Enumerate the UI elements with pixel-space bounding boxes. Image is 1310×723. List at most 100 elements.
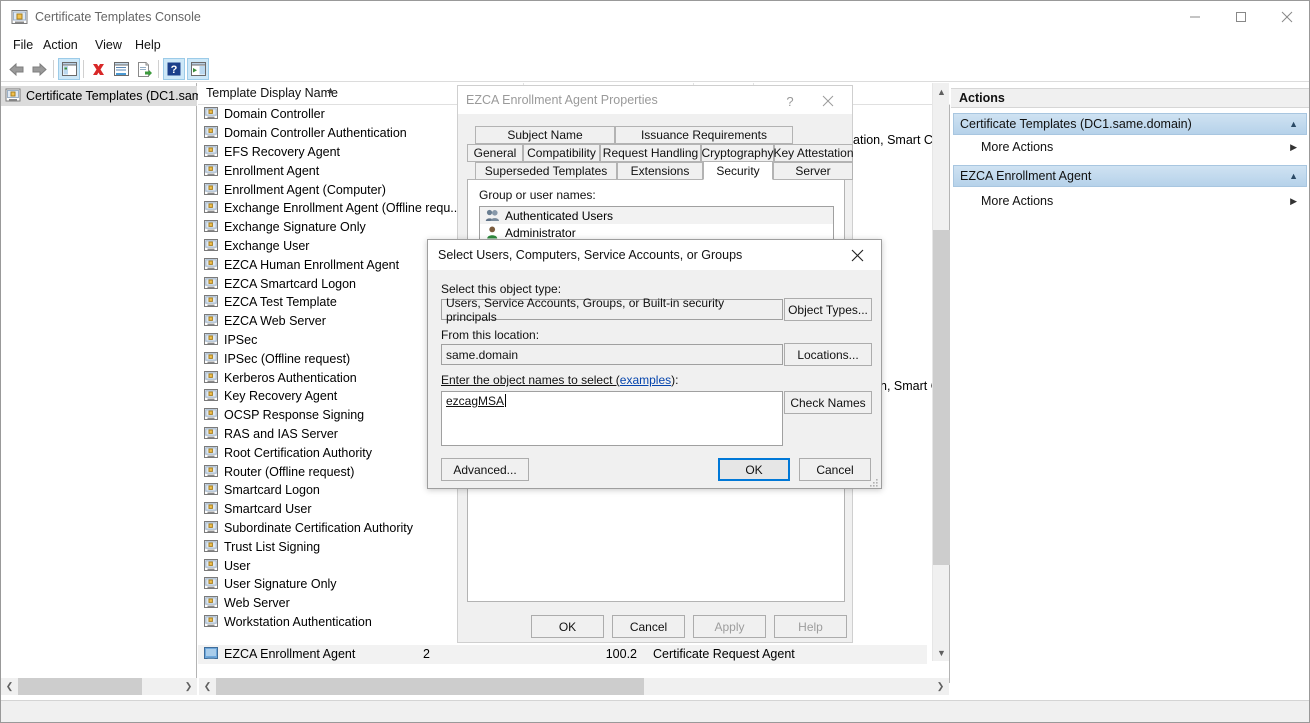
close-icon[interactable] <box>810 90 846 112</box>
forward-button[interactable] <box>28 58 50 80</box>
certificate-templates-icon <box>5 88 21 104</box>
actions-item-label: More Actions <box>981 194 1054 208</box>
show-action-pane-icon[interactable] <box>187 58 209 80</box>
location-field[interactable]: same.domain <box>441 344 783 365</box>
red-x-delete-icon[interactable] <box>87 58 109 80</box>
select-ok-button[interactable]: OK <box>718 458 790 481</box>
certificate-templates-console-window: Certificate Templates Console File Actio… <box>0 0 1310 723</box>
scroll-down-icon[interactable]: ▼ <box>933 644 950 661</box>
locations-button[interactable]: Locations... <box>784 343 872 366</box>
menu-item-view[interactable]: View <box>89 37 128 53</box>
table-row-selected[interactable]: EZCA Enrollment Agent 2 100.2 Certificat… <box>198 645 927 664</box>
console-tree-pane: Certificate Templates (DC1.same <box>1 83 209 683</box>
check-names-button[interactable]: Check Names <box>784 391 872 414</box>
toolbar: ? <box>1 56 1309 82</box>
properties-cancel-button[interactable]: Cancel <box>612 615 685 638</box>
properties-dialog-title: EZCA Enrollment Agent Properties <box>466 93 658 107</box>
tab-label: Server <box>795 164 831 178</box>
scroll-left-icon[interactable]: ❮ <box>1 678 18 695</box>
tab-server[interactable]: Server <box>773 162 853 180</box>
close-icon[interactable] <box>837 244 877 266</box>
certificate-template-icon <box>204 182 218 197</box>
menu-item-file[interactable]: File <box>7 37 39 53</box>
scroll-up-icon[interactable]: ▲ <box>933 83 950 100</box>
menu-item-action[interactable]: Action <box>37 37 84 53</box>
object-names-input[interactable]: ezcagMSA <box>441 391 783 446</box>
close-button[interactable] <box>1264 1 1310 33</box>
back-button[interactable] <box>5 58 27 80</box>
tab-label: Security <box>716 163 760 178</box>
scrollbar-thumb[interactable] <box>216 678 644 695</box>
export-list-icon[interactable] <box>133 58 155 80</box>
certificate-template-icon <box>204 370 218 385</box>
row-template-name: Exchange Enrollment Agent (Offline requ.… <box>224 201 461 216</box>
maximize-button[interactable] <box>1218 1 1264 33</box>
actions-group-ezca-enrollment-agent[interactable]: EZCA Enrollment Agent ▲ <box>953 165 1307 187</box>
object-types-button[interactable]: Object Types... <box>784 298 872 321</box>
partial-cell-text-2: n, Smart C <box>880 379 940 393</box>
row-template-name: Trust List Signing <box>224 539 321 554</box>
actions-pane: Actions Certificate Templates (DC1.same.… <box>951 83 1309 683</box>
list-horizontal-scrollbar[interactable]: ❮ ❯ <box>199 678 949 695</box>
scroll-right-icon[interactable]: ❯ <box>932 678 949 695</box>
single-user-icon <box>485 225 500 240</box>
examples-link[interactable]: examples <box>620 373 671 387</box>
tab-superseded-templates[interactable]: Superseded Templates <box>475 162 617 180</box>
actions-group-label: Certificate Templates (DC1.same.domain) <box>960 117 1192 131</box>
scroll-left-icon[interactable]: ❮ <box>199 678 216 695</box>
properties-icon[interactable] <box>110 58 132 80</box>
certificate-template-icon <box>204 539 218 554</box>
column-header-template-display-name[interactable]: Template Display Name ▲ <box>206 85 338 100</box>
row-template-name: User Signature Only <box>224 577 337 592</box>
group-users-icon <box>485 208 500 223</box>
resize-grip-icon[interactable] <box>869 477 879 487</box>
menu-item-help[interactable]: Help <box>129 37 167 53</box>
help-question-icon[interactable]: ? <box>776 90 804 112</box>
row-version: 2 <box>423 647 430 662</box>
tab-general[interactable]: General <box>467 144 523 162</box>
actions-more-actions-ezca-enrollment-agent[interactable]: More Actions ▶ <box>953 190 1307 212</box>
show-console-tree-icon[interactable] <box>58 58 80 80</box>
blue-question-help-icon[interactable]: ? <box>163 58 185 80</box>
location-label: From this location: <box>441 328 540 342</box>
tree-item-certificate-templates[interactable]: Certificate Templates (DC1.same <box>1 86 209 106</box>
chevron-up-icon[interactable]: ▲ <box>1289 119 1298 129</box>
tab-key-attestation[interactable]: Key Attestation <box>773 144 854 162</box>
tree-item-label: Certificate Templates (DC1.same <box>26 89 210 103</box>
list-vertical-scrollbar[interactable]: ▲ ▼ <box>932 83 950 661</box>
properties-ok-button[interactable]: OK <box>531 615 604 638</box>
select-cancel-button[interactable]: Cancel <box>799 458 871 481</box>
principal-authenticated-users[interactable]: Authenticated Users <box>480 207 833 224</box>
advanced-button[interactable]: Advanced... <box>441 458 529 481</box>
tab-security[interactable]: Security <box>703 161 773 180</box>
tree-horizontal-scrollbar[interactable]: ❮ ❯ <box>1 678 197 695</box>
scrollbar-thumb[interactable] <box>18 678 142 695</box>
scrollbar-thumb[interactable] <box>933 230 950 565</box>
scroll-right-icon[interactable]: ❯ <box>180 678 197 695</box>
certificate-template-icon <box>204 351 218 366</box>
object-names-label: Enter the object names to select (exampl… <box>441 373 678 387</box>
chevron-up-icon[interactable]: ▲ <box>1289 171 1298 181</box>
tab-issuance-requirements[interactable]: Issuance Requirements <box>615 126 793 144</box>
tab-extensions[interactable]: Extensions <box>617 162 703 180</box>
minimize-button[interactable] <box>1172 1 1218 33</box>
certificate-template-icon <box>204 408 218 422</box>
sort-ascending-icon: ▲ <box>326 85 335 95</box>
tab-request-handling[interactable]: Request Handling <box>600 144 701 162</box>
object-type-field[interactable]: Users, Service Accounts, Groups, or Buil… <box>441 296 783 324</box>
certificate-template-icon <box>204 126 218 140</box>
certificate-template-icon <box>204 257 218 272</box>
row-template-name: Kerberos Authentication <box>224 370 357 385</box>
tab-compatibility[interactable]: Compatibility <box>523 144 600 162</box>
object-names-label-underlined: Enter the object names to select ( <box>441 373 620 387</box>
properties-help-button: Help <box>774 615 847 638</box>
tab-cryptography[interactable]: Cryptography <box>701 144 774 162</box>
tab-subject-name[interactable]: Subject Name <box>475 126 615 144</box>
certificate-template-icon <box>204 596 218 610</box>
actions-pane-title: Actions <box>951 88 1309 108</box>
select-dialog-title: Select Users, Computers, Service Account… <box>438 248 743 262</box>
actions-more-actions-certificate-templates[interactable]: More Actions ▶ <box>953 136 1307 158</box>
actions-group-certificate-templates[interactable]: Certificate Templates (DC1.same.domain) … <box>953 113 1307 135</box>
object-names-label-suffix: ): <box>671 373 679 387</box>
row-template-name: IPSec (Offline request) <box>224 351 351 366</box>
